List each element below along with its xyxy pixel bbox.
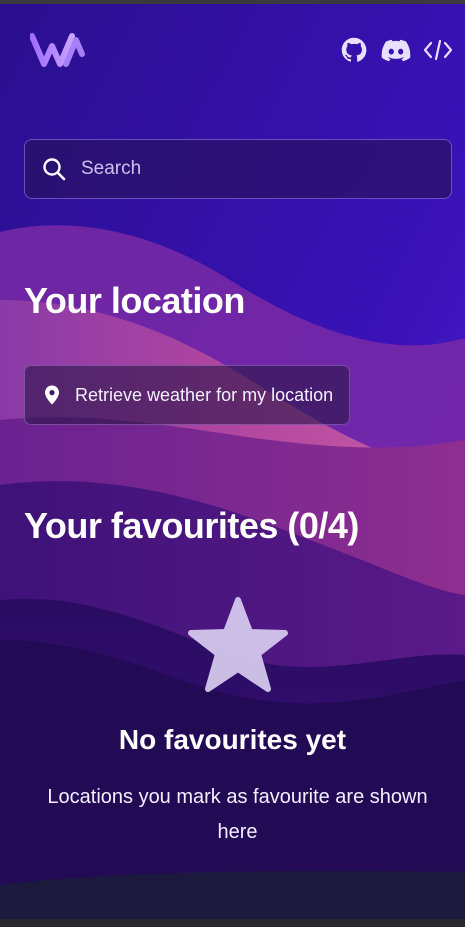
- source-code-link[interactable]: [423, 35, 453, 65]
- empty-favourites-text: Locations you mark as favourite are show…: [47, 786, 428, 843]
- app-screen: Your location Retrieve weather for my lo…: [0, 0, 465, 927]
- github-link[interactable]: [339, 35, 369, 65]
- discord-link[interactable]: [381, 35, 411, 65]
- search-icon: [43, 158, 66, 181]
- retrieve-location-label: Retrieve weather for my location: [75, 384, 334, 405]
- search-box[interactable]: [24, 139, 452, 199]
- retrieve-location-button[interactable]: Retrieve weather for my location: [24, 365, 351, 425]
- location-heading: Your location: [24, 280, 245, 321]
- search-input[interactable]: [79, 157, 403, 181]
- location-pin-icon: [45, 385, 59, 405]
- app-logo[interactable]: [29, 30, 88, 70]
- header-links: [339, 35, 453, 65]
- empty-favourites-title: No favourites yet: [118, 724, 347, 755]
- window-top-edge: [0, 0, 465, 4]
- weather-app-logo-icon: [29, 33, 85, 67]
- window-bottom-edge: [0, 919, 465, 927]
- star-icon: [188, 597, 288, 692]
- favourites-heading: Your favourites (0/4): [24, 505, 359, 546]
- code-icon: [423, 39, 453, 61]
- discord-icon: [381, 39, 411, 62]
- github-icon: [341, 37, 367, 62]
